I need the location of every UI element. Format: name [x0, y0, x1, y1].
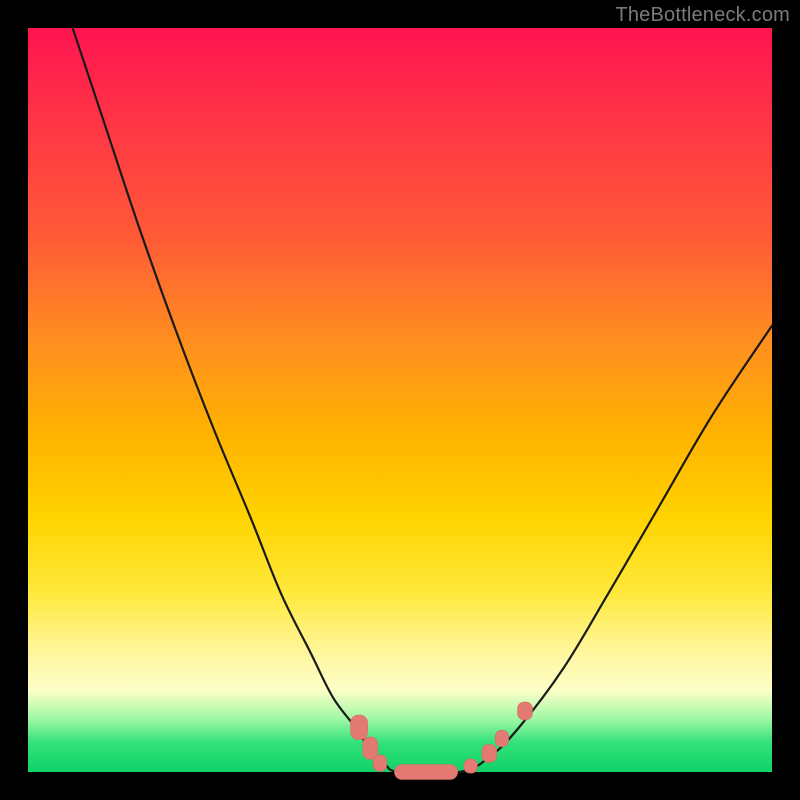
watermark-text: TheBottleneck.com	[615, 4, 790, 27]
chart-svg	[28, 28, 772, 772]
curve-marker	[351, 715, 368, 740]
plot-area	[28, 28, 772, 772]
curve-marker	[373, 755, 386, 771]
curve-marker	[394, 765, 457, 780]
curve-markers	[351, 702, 533, 779]
curve-marker	[518, 702, 533, 720]
curve-marker	[464, 759, 477, 773]
outer-frame: TheBottleneck.com	[0, 0, 800, 800]
bottleneck-curve	[73, 28, 772, 774]
curve-marker	[495, 730, 508, 746]
curve-marker	[482, 744, 497, 762]
